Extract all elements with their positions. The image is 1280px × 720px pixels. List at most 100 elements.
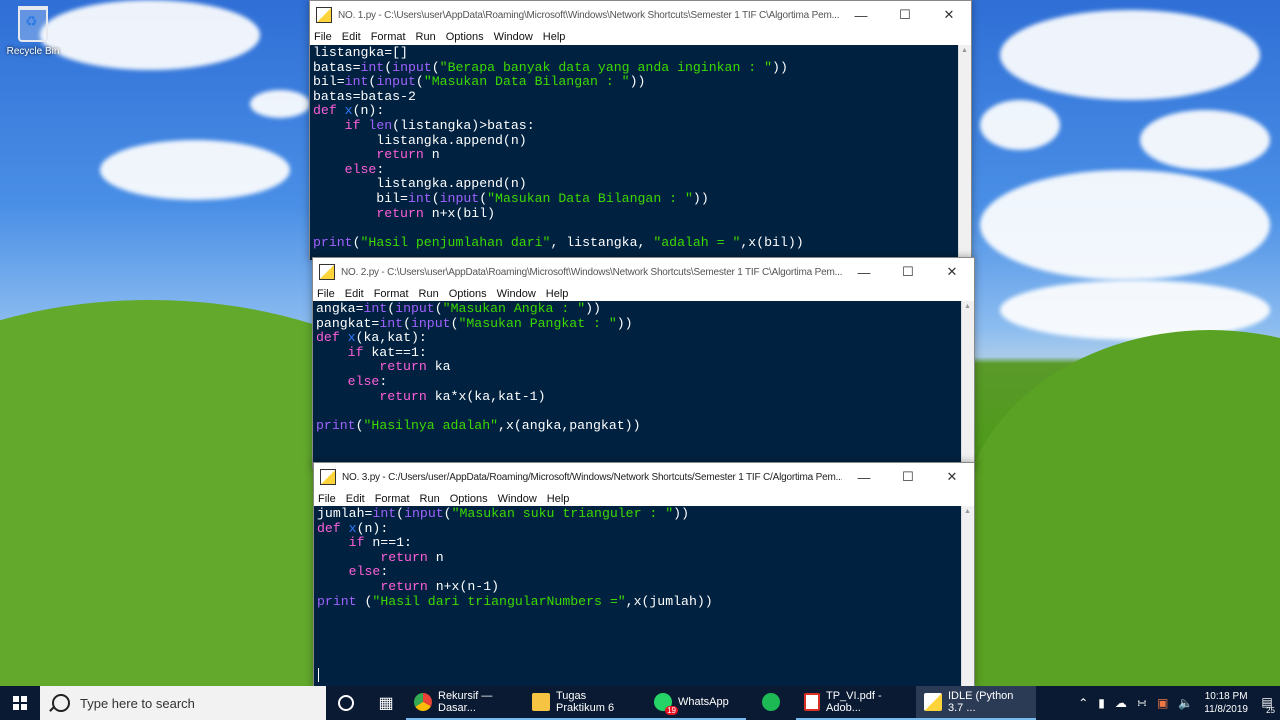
taskbar-app-spotify[interactable] (746, 686, 796, 720)
whatsapp-icon: 19 (654, 693, 678, 715)
close-button[interactable]: ✕ (927, 7, 971, 23)
clock-time: 10:18 PM (1204, 691, 1248, 702)
taskbar: Type here to search ▦ Rekursif — Dasar..… (0, 686, 1280, 720)
chevron-up-icon[interactable]: ⌃ (1078, 696, 1088, 710)
search-icon (52, 694, 70, 712)
wifi-icon[interactable]: ∺ (1137, 696, 1147, 710)
search-placeholder: Type here to search (80, 695, 195, 711)
cloud (40, 0, 260, 70)
code-editor[interactable]: angka=int(input("Masukan Angka : ")) pan… (313, 301, 961, 469)
clock-date: 11/8/2019 (1204, 704, 1248, 715)
pdf-icon (804, 693, 820, 711)
taskbar-app-label: Tugas Praktikum 6 (556, 690, 615, 714)
taskbar-app-idle[interactable]: IDLE (Python 3.7 ... (916, 686, 1036, 720)
battery-icon[interactable]: ▮ (1098, 696, 1105, 710)
menu-edit[interactable]: Edit (342, 31, 361, 43)
menu-format[interactable]: Format (375, 493, 410, 505)
menu-options[interactable]: Options (446, 31, 484, 43)
minimize-button[interactable]: — (842, 470, 886, 485)
taskbar-app-label: Rekursif — Dasar... (438, 690, 493, 714)
cortana-circle-icon (338, 695, 354, 711)
minimize-button[interactable]: — (839, 8, 883, 23)
text-cursor (318, 668, 319, 682)
notification-count: 25 (1266, 706, 1275, 715)
menu-help[interactable]: Help (547, 493, 570, 505)
cortana-button[interactable] (326, 686, 366, 720)
menu-window[interactable]: Window (494, 31, 533, 43)
menu-run[interactable]: Run (416, 31, 436, 43)
menu-format[interactable]: Format (371, 31, 406, 43)
recycle-bin-label: Recycle Bin (6, 46, 60, 57)
cloud (1000, 10, 1260, 100)
idle-file-icon (316, 7, 332, 23)
window-title: NO. 2.py - C:\Users\user\AppData\Roaming… (341, 266, 842, 278)
window-title: NO. 3.py - C:/Users/user/AppData/Roaming… (342, 471, 842, 483)
cloud-icon[interactable]: ☁ (1115, 696, 1127, 710)
system-tray: ⌃ ▮ ☁ ∺ ▣ 🔈 10:18 PM 11/8/2019 ▤ 25 (1073, 686, 1280, 720)
cloud (980, 100, 1060, 150)
recycle-bin[interactable]: Recycle Bin (4, 6, 62, 57)
menu-options[interactable]: Options (449, 288, 487, 300)
taskbar-search[interactable]: Type here to search (40, 686, 326, 720)
task-view-icon: ▦ (378, 695, 394, 712)
menu-file[interactable]: File (317, 288, 335, 300)
menu-options[interactable]: Options (450, 493, 488, 505)
taskbar-app-whatsapp[interactable]: 19 WhatsApp (646, 686, 746, 720)
maximize-button[interactable]: ☐ (886, 264, 930, 280)
windows-logo-icon (13, 696, 27, 710)
menu-help[interactable]: Help (543, 31, 566, 43)
app-tray-icon[interactable]: ▣ (1157, 696, 1168, 710)
start-button[interactable] (0, 686, 40, 720)
idle-window-no3[interactable]: NO. 3.py - C:/Users/user/AppData/Roaming… (313, 462, 975, 688)
maximize-button[interactable]: ☐ (886, 469, 930, 485)
close-button[interactable]: ✕ (930, 264, 974, 280)
title-bar[interactable]: NO. 2.py - C:\Users\user\AppData\Roaming… (313, 258, 974, 286)
scrollbar[interactable] (961, 301, 974, 467)
menu-bar: File Edit Format Run Options Window Help (313, 286, 974, 302)
volume-icon[interactable]: 🔈 (1178, 696, 1193, 710)
menu-run[interactable]: Run (420, 493, 440, 505)
action-center-button[interactable]: ▤ 25 (1254, 693, 1280, 715)
menu-bar: File Edit Format Run Options Window Help (310, 29, 971, 45)
task-view-button[interactable]: ▦ (366, 686, 406, 720)
hill (960, 330, 1280, 686)
menu-help[interactable]: Help (546, 288, 569, 300)
cloud (980, 170, 1270, 280)
idle-window-no1[interactable]: NO. 1.py - C:\Users\user\AppData\Roaming… (309, 0, 972, 260)
scrollbar[interactable] (958, 45, 971, 258)
idle-icon (924, 693, 942, 711)
taskbar-app-chrome[interactable]: Rekursif — Dasar... (406, 686, 524, 720)
cloud (250, 90, 310, 118)
menu-bar: File Edit Format Run Options Window Help (314, 491, 974, 507)
menu-window[interactable]: Window (497, 288, 536, 300)
menu-format[interactable]: Format (374, 288, 409, 300)
taskbar-app-folder[interactable]: Tugas Praktikum 6 (524, 686, 646, 720)
cloud (1140, 110, 1270, 170)
code-editor[interactable]: jumlah=int(input("Masukan suku triangule… (314, 506, 961, 688)
menu-window[interactable]: Window (498, 493, 537, 505)
scrollbar[interactable] (961, 506, 974, 686)
close-button[interactable]: ✕ (930, 469, 974, 485)
minimize-button[interactable]: — (842, 265, 886, 280)
maximize-button[interactable]: ☐ (883, 7, 927, 23)
cloud (100, 140, 290, 200)
menu-edit[interactable]: Edit (345, 288, 364, 300)
taskbar-app-label: WhatsApp (678, 696, 729, 708)
menu-edit[interactable]: Edit (346, 493, 365, 505)
spotify-icon (762, 693, 780, 711)
menu-file[interactable]: File (318, 493, 336, 505)
notification-badge: 19 (665, 706, 678, 715)
taskbar-app-label: IDLE (Python 3.7 ... (948, 690, 1014, 714)
menu-run[interactable]: Run (419, 288, 439, 300)
menu-file[interactable]: File (314, 31, 332, 43)
window-title: NO. 1.py - C:\Users\user\AppData\Roaming… (338, 9, 839, 21)
title-bar[interactable]: NO. 1.py - C:\Users\user\AppData\Roaming… (310, 1, 971, 29)
recycle-bin-icon (18, 6, 48, 42)
code-editor[interactable]: listangka=[] batas=int(input("Berapa ban… (310, 45, 958, 260)
title-bar[interactable]: NO. 3.py - C:/Users/user/AppData/Roaming… (314, 463, 974, 491)
taskbar-app-adobe[interactable]: TP_VI.pdf - Adob... (796, 686, 916, 720)
idle-file-icon (319, 264, 335, 280)
folder-icon (532, 693, 550, 711)
clock[interactable]: 10:18 PM 11/8/2019 (1204, 690, 1248, 716)
idle-window-no2[interactable]: NO. 2.py - C:\Users\user\AppData\Roaming… (312, 257, 975, 469)
